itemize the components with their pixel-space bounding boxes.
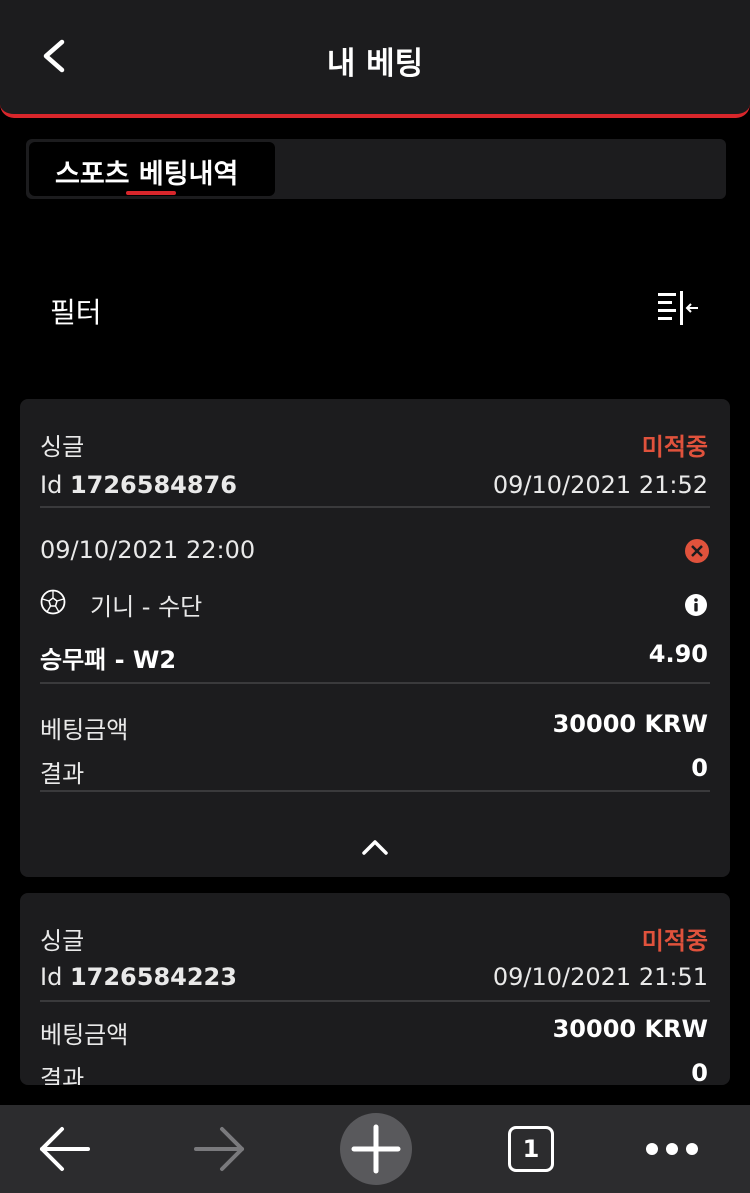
tab-label: 스포츠 베팅내역	[55, 159, 239, 190]
stake-label: 베팅금액	[40, 716, 129, 744]
plus-icon	[351, 1124, 401, 1174]
status-badge: 미적중	[641, 927, 708, 955]
tab-active-indicator	[126, 191, 176, 195]
filter-collapse-icon	[658, 291, 698, 325]
arrow-right-icon	[194, 1127, 244, 1171]
bet-type: 싱글	[40, 927, 85, 955]
stake-label: 베팅금액	[40, 1021, 129, 1049]
status-badge: 미적중	[641, 433, 708, 461]
tabs-icon[interactable]: 1	[508, 1126, 554, 1172]
bet-card[interactable]: 싱글 미적중 Id 1726584876 09/10/2021 21:52 09…	[20, 399, 730, 877]
divider	[40, 790, 710, 792]
result-value: 0	[691, 1059, 708, 1085]
result-value: 0	[691, 754, 708, 782]
browser-back-button[interactable]	[36, 1123, 92, 1179]
page-title: 내 베팅	[326, 46, 424, 82]
bet-id-value: 1726584876	[69, 471, 237, 499]
collapse-button[interactable]	[360, 835, 390, 859]
info-icon[interactable]	[684, 593, 708, 617]
stake-value: 30000 KRW	[552, 710, 708, 738]
odds-value: 4.90	[648, 640, 708, 668]
cancel-circle-icon[interactable]	[684, 538, 710, 564]
filter-toggle-button[interactable]	[656, 289, 700, 329]
filter-label: 필터	[50, 296, 102, 329]
app-header: 내 베팅	[0, 0, 750, 118]
stake-value: 30000 KRW	[552, 1015, 708, 1043]
arrow-left-icon	[40, 1127, 90, 1171]
bet-id-prefix: Id	[40, 963, 63, 991]
bet-id-value: 1726584223	[69, 963, 237, 991]
bet-placed-time: 09/10/2021 21:52	[492, 471, 708, 499]
tab-sports-bets[interactable]: 스포츠 베팅내역	[29, 142, 275, 196]
market-selection: 승무패 - W2	[40, 646, 177, 674]
result-label: 결과	[40, 760, 85, 788]
result-label: 결과	[40, 1065, 85, 1085]
more-icon	[646, 1143, 698, 1155]
browser-bottom-nav: 1	[0, 1105, 750, 1193]
bet-id-prefix: Id	[40, 471, 63, 499]
bet-card[interactable]: 싱글 미적중 Id 1726584223 09/10/2021 21:51 베팅…	[20, 893, 730, 1085]
divider	[40, 506, 710, 508]
browser-forward-button[interactable]	[192, 1123, 248, 1179]
bet-type: 싱글	[40, 433, 85, 461]
divider	[40, 1000, 710, 1002]
match-name: 기니 - 수단	[90, 593, 203, 621]
divider	[40, 682, 710, 684]
new-tab-button[interactable]	[340, 1113, 412, 1185]
bet-placed-time: 09/10/2021 21:51	[492, 963, 708, 991]
chevron-up-icon	[362, 840, 388, 855]
bet-id: Id 1726584223	[40, 963, 237, 991]
event-time: 09/10/2021 22:00	[40, 536, 256, 564]
more-menu-button[interactable]	[644, 1139, 700, 1163]
bet-id: Id 1726584876	[40, 471, 237, 499]
tabs-bar: 스포츠 베팅내역	[26, 139, 726, 199]
